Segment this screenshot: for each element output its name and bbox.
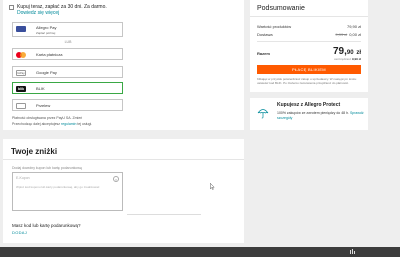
- payment-option-allegro-pay[interactable]: Allegro Pay Zapłać później: [12, 22, 123, 37]
- coupon-input[interactable]: E-Kupon Wpisz kod kuponu lub karty podar…: [12, 172, 123, 211]
- bnpl-row: Kupuj teraz, zapłać za 30 dni. Za darmo.…: [9, 4, 107, 16]
- savings-value: 9,99 zł: [351, 57, 361, 61]
- terms-link[interactable]: regulamin: [61, 122, 76, 126]
- divider: [250, 16, 368, 17]
- shipping-label: Dostawa: [257, 32, 273, 37]
- products-value: 79,90 zł: [346, 24, 361, 29]
- total-amount: 79,90 zł: [333, 46, 361, 57]
- divider: [127, 214, 201, 215]
- products-label: Wartość produktów: [257, 24, 292, 29]
- logo-icon: [350, 249, 355, 254]
- coupon-placeholder-note: Wpisz kod kuponu lub karty podarunkowej,…: [16, 185, 100, 189]
- payment-option-label: Karta płatnicza: [36, 52, 63, 57]
- protect-title: Kupujesz z Allegro Protect: [277, 102, 341, 108]
- discounts-title: Twoje zniżki: [11, 147, 58, 156]
- total-main: 79,: [332, 46, 347, 57]
- purchase-terms-note: Klikając w przycisk potwierdzasz zakup u…: [257, 77, 357, 85]
- umbrella-icon: [257, 109, 269, 119]
- or-divider: LUB: [64, 40, 72, 44]
- bnpl-checkbox[interactable]: [9, 4, 14, 10]
- payment-option-blik[interactable]: blik BLIK: [12, 82, 123, 94]
- savings-info: oszczędzasz 9,99 zł: [334, 57, 361, 61]
- total-currency: zł: [356, 50, 361, 56]
- blik-icon: blik: [16, 86, 26, 92]
- discounts-card: Twoje zniżki Dodaj dowolny kupon lub kar…: [3, 139, 244, 243]
- terms-footnote: Przechodząc dalej akceptujesz regulamin …: [12, 122, 237, 127]
- terms-footnote-pre: Przechodząc dalej akceptujesz: [12, 122, 62, 126]
- savings-label: oszczędzasz: [333, 57, 352, 61]
- total-label: Razem: [257, 51, 270, 56]
- protect-text-body: 100% zakupów ze zwrotem pieniędzy do 48 …: [277, 111, 350, 115]
- clear-icon[interactable]: ×: [113, 176, 119, 182]
- total-cents: 90: [346, 50, 354, 56]
- discount-field-label: Dodaj dowolny kupon lub kartę podarunkow…: [12, 166, 82, 170]
- payment-option-card[interactable]: Karta płatnicza: [12, 48, 123, 60]
- payu-footnote: Płatność obsługiwana przez PayU SA. Zmie…: [12, 116, 83, 120]
- google-pay-icon: GPay: [16, 70, 26, 76]
- bnpl-learn-more-link[interactable]: Dowiedz się więcej: [17, 10, 107, 16]
- pay-with-blik-button[interactable]: PŁACĘ BLIKIEM: [257, 65, 361, 74]
- payment-option-label: Google Pay: [36, 70, 57, 75]
- order-summary-card: Podsumowanie Wartość produktów 79,90 zł …: [250, 0, 368, 92]
- payment-option-sublabel: Zapłać później: [36, 31, 56, 35]
- payment-option-przelew[interactable]: Przelew: [12, 99, 123, 111]
- payment-option-google-pay[interactable]: GPay Google Pay: [12, 66, 123, 78]
- mouse-cursor-icon: [210, 183, 215, 190]
- shipping-old-price: 9,99 zł: [335, 32, 348, 37]
- bank-transfer-icon: [16, 103, 26, 109]
- shipping-price: 0,00 zł: [349, 32, 361, 37]
- coupon-placeholder: E-Kupon: [16, 176, 30, 180]
- divider: [3, 159, 244, 160]
- terms-footnote-post: tej usługi.: [76, 122, 93, 126]
- gift-card-question: Masz kod lub kartę podarunkową?: [12, 223, 81, 228]
- payment-option-label: Allegro Pay: [36, 25, 57, 30]
- allegro-pay-icon: [16, 26, 26, 32]
- shipping-value: 9,99 zł 0,00 zł: [335, 32, 361, 37]
- footer-bar: [0, 247, 400, 257]
- payment-option-label: BLIK: [36, 86, 45, 91]
- mastercard-icon: [16, 52, 26, 58]
- divider: [257, 41, 361, 42]
- payment-methods-card: Kupuj teraz, zapłać za 30 dni. Za darmo.…: [3, 0, 244, 130]
- add-gift-card-link[interactable]: DODAJ: [12, 230, 27, 235]
- protect-text: 100% zakupów ze zwrotem pieniędzy do 48 …: [277, 111, 365, 121]
- summary-title: Podsumowanie: [257, 5, 305, 12]
- payment-option-label: Przelew: [36, 103, 51, 108]
- allegro-protect-card: Kupujesz z Allegro Protect 100% zakupów …: [250, 98, 368, 130]
